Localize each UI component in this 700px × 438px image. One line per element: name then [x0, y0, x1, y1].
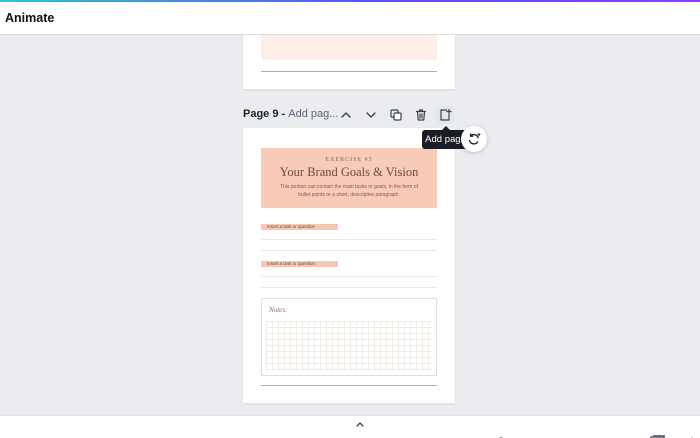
move-page-up-button[interactable]	[337, 106, 355, 124]
notes-icon[interactable]	[496, 430, 506, 438]
magic-animate-button[interactable]	[461, 126, 487, 152]
exercise-kicker[interactable]: EXERCISE #3	[261, 157, 437, 163]
page-separator: -	[278, 108, 289, 120]
task-label[interactable]: Insert a task or question	[261, 224, 338, 230]
duplicate-icon	[390, 109, 402, 121]
answer-line	[261, 287, 437, 288]
design-title[interactable]: Your Brand Goals & Vision	[261, 165, 437, 180]
previous-page-rule	[261, 71, 437, 72]
chevron-up-icon	[356, 422, 364, 427]
brand-accent-strip	[0, 0, 700, 2]
trash-icon	[415, 109, 427, 121]
fullscreen-icon[interactable]	[686, 430, 696, 438]
design-description[interactable]: This portion can contain the main tasks …	[274, 183, 424, 199]
design-page[interactable]: EXERCISE #3 Your Brand Goals & Vision Th…	[243, 128, 455, 403]
expand-pages-button[interactable]	[336, 418, 384, 430]
page-number: Page 9	[243, 108, 279, 120]
duplicate-page-button[interactable]	[387, 106, 405, 124]
page-bottom-rule	[261, 385, 437, 386]
answer-line	[261, 239, 437, 240]
move-page-down-button[interactable]	[362, 106, 380, 124]
animate-button[interactable]: Animate	[5, 11, 54, 25]
add-page-button[interactable]	[436, 106, 454, 124]
hero-block[interactable]: EXERCISE #3 Your Brand Goals & Vision Th…	[261, 148, 437, 208]
answer-line	[261, 250, 437, 251]
magic-refresh-icon	[468, 132, 481, 145]
page-label: Page 9 - Add pag...	[243, 108, 338, 120]
chevron-down-icon	[366, 112, 376, 118]
notes-label[interactable]: Notes:	[269, 306, 287, 314]
notes-grid	[266, 321, 432, 371]
editor-canvas[interactable]: Page 9 - Add pag... EXERCISE #3 Your Bra…	[0, 35, 700, 415]
previous-page-shape	[261, 35, 437, 60]
task-label[interactable]: Insert a task or question	[261, 261, 338, 267]
top-toolbar: Animate	[0, 0, 700, 35]
notes-box[interactable]: Notes:	[261, 298, 437, 376]
answer-line	[261, 276, 437, 277]
add-page-icon	[440, 108, 452, 121]
delete-page-button[interactable]	[412, 106, 430, 124]
grid-view-icon[interactable]	[650, 430, 666, 438]
page-title-input[interactable]: Add pag...	[288, 108, 338, 120]
previous-page[interactable]	[243, 35, 455, 89]
page-header: Page 9 - Add pag...	[243, 105, 463, 125]
chevron-up-icon	[341, 112, 351, 118]
